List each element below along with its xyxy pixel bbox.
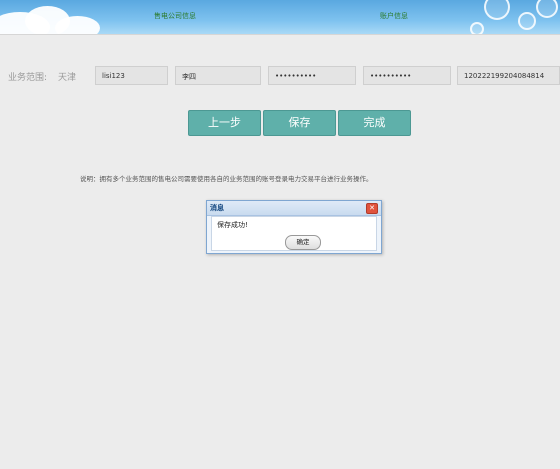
ok-button[interactable]: 确定	[285, 235, 321, 250]
header-banner: 售电公司信息 账户信息	[0, 0, 560, 34]
step-label-company: 售电公司信息	[154, 12, 196, 20]
bubble-decoration	[536, 0, 558, 18]
save-button[interactable]: 保存	[263, 110, 336, 136]
bubble-decoration	[470, 22, 484, 34]
prev-step-button[interactable]: 上一步	[188, 110, 261, 136]
scope-label: 业务范围:	[8, 73, 48, 83]
dialog-body: 保存成功! 确定	[211, 216, 377, 251]
confirm-password-field[interactable]: ••••••••••	[363, 66, 451, 85]
instruction-note: 说明：拥有多个业务范围的售电公司需要使用各自的业务范围的账号登录电力交易平台进行…	[80, 175, 373, 183]
bubble-decoration	[484, 0, 510, 20]
dialog-titlebar[interactable]: 消息 ✕	[207, 201, 381, 216]
scope-value: 天津	[58, 73, 77, 83]
real-name-field[interactable]: 李四	[175, 66, 261, 85]
finish-button[interactable]: 完成	[338, 110, 411, 136]
username-field[interactable]: lisi123	[95, 66, 168, 85]
id-number-field[interactable]: 120222199204084814	[457, 66, 560, 85]
cloud-decoration	[55, 16, 100, 34]
bubble-decoration	[518, 12, 536, 30]
close-icon[interactable]: ✕	[366, 203, 378, 214]
step-label-account: 账户信息	[380, 12, 408, 20]
dialog-message: 保存成功!	[217, 221, 248, 229]
divider	[0, 34, 560, 35]
message-dialog: 消息 ✕ 保存成功! 确定	[206, 200, 382, 254]
dialog-title: 消息	[210, 204, 224, 212]
password-field[interactable]: ••••••••••	[268, 66, 356, 85]
